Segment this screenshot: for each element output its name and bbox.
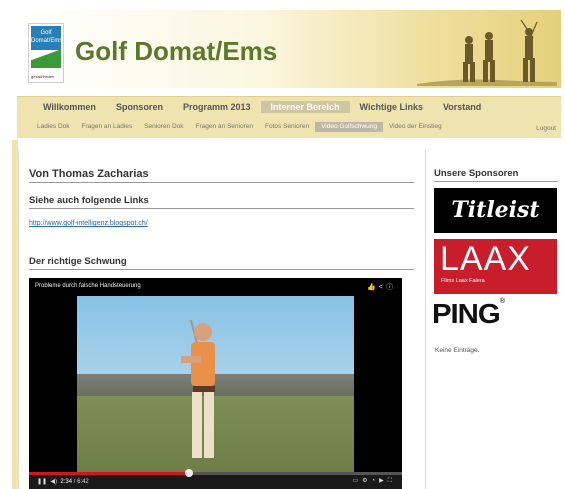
nav-item-vorstand[interactable]: Vorstand (433, 101, 491, 113)
nav-item-programm[interactable]: Programm 2013 (173, 101, 261, 113)
youtube-icon[interactable]: ▶ (379, 478, 388, 484)
current-time: 2:34 (60, 479, 73, 485)
laax-wordmark: LAAX (440, 240, 531, 278)
sponsor-sidebar: Unsere Sponsoren Titleist LAAX Flims Laa… (425, 150, 561, 489)
thumbs-up-icon[interactable]: 👍 (367, 284, 379, 291)
video-controls: ❚❚ ◀) 2:34 / 6:42 ▭⚙◔▶⛶ (29, 469, 402, 489)
video-scrubber[interactable] (185, 469, 194, 477)
logo-subtext: gesall/Heden (31, 74, 55, 79)
video-progress-bar[interactable] (29, 469, 402, 477)
club-logo[interactable]: Golf Domat/Ems gesall/Heden (28, 23, 64, 83)
page: { "header": { "logo_top": "Golf Domat/Em… (0, 0, 565, 489)
subnav-senioren-dok[interactable]: Senioren Dok (138, 122, 189, 132)
video-time: ❚❚ ◀) 2:34 / 6:42 (37, 478, 89, 485)
site-title: Golf Domat/Ems (75, 36, 278, 66)
video-frame-image (77, 296, 354, 472)
sponsor-laax-logo[interactable]: LAAX Flims Laax Falera (434, 239, 557, 294)
subnav-video-einstieg[interactable]: Video der Einstieg (383, 122, 448, 132)
registered-mark-icon: ® (499, 298, 505, 305)
nav-item-interner-bereich[interactable]: Interner Bereich (260, 101, 350, 113)
video-progress-fill (29, 472, 190, 475)
nav-item-wichtige-links[interactable]: Wichtige Links (350, 101, 433, 113)
nav-item-willkommen[interactable]: Willkommen (33, 101, 106, 113)
golfer-image (181, 319, 215, 458)
swing-heading: Der richtige Schwung (29, 256, 414, 270)
video-top-icons: 👍<ⓘ (367, 282, 396, 292)
subnav-fragen-ladies[interactable]: Fragen an Ladies (76, 122, 139, 132)
settings-icon[interactable]: ⚙ (362, 478, 371, 484)
logout-link[interactable]: Logout (536, 125, 556, 132)
ping-wordmark: PING (432, 298, 501, 329)
sidebar-title: Unsere Sponsoren (434, 168, 558, 182)
links-heading: Siehe auch folgende Links (29, 195, 414, 209)
blog-link[interactable]: http://www.golf-intelligenz.blogspot.ch/ (29, 220, 148, 227)
video-title[interactable]: Probleme durch falsche Handsteuerung (35, 283, 141, 289)
subnav-ladies-dok[interactable]: Ladies Dok (31, 122, 76, 132)
page-heading: Von Thomas Zacharias (29, 168, 414, 183)
captions-icon[interactable]: ▭ (352, 478, 362, 484)
sponsor-titleist-logo[interactable]: Titleist (434, 188, 557, 233)
logo-green-graphic (31, 50, 61, 68)
duration: / 6:42 (73, 479, 89, 485)
video-right-controls: ▭⚙◔▶⛶ (352, 477, 396, 485)
secondary-nav: Ladies Dok Fragen an Ladies Senioren Dok… (31, 122, 448, 132)
share-icon[interactable]: < (379, 284, 386, 291)
video-player[interactable]: Probleme durch falsche Handsteuerung 👍<ⓘ (29, 278, 402, 489)
laax-tagline: Flims Laax Falera (441, 278, 485, 284)
primary-nav: Willkommen Sponsoren Programm 2013 Inter… (33, 101, 491, 113)
main-content: Von Thomas Zacharias Siehe auch folgende… (18, 150, 423, 489)
volume-icon[interactable]: ◀) (50, 479, 57, 485)
site-header: Golf Domat/Ems gesall/Heden Golf Domat/E… (17, 10, 561, 88)
pause-icon[interactable]: ❚❚ (37, 479, 47, 485)
sponsor-ping-logo[interactable]: PING® (432, 298, 505, 330)
info-icon[interactable]: ⓘ (386, 284, 396, 291)
subnav-fragen-senioren[interactable]: Fragen an Senioren (190, 122, 259, 132)
subnav-fotos-senioren[interactable]: Fotos Senioren (259, 122, 315, 132)
fullscreen-icon[interactable]: ⛶ (388, 478, 396, 484)
nav-item-sponsoren[interactable]: Sponsoren (106, 101, 173, 113)
main-navigation: Willkommen Sponsoren Programm 2013 Inter… (17, 96, 561, 138)
subnav-video-golfschwung[interactable]: Video Golfschwung (315, 122, 383, 132)
logo-text: Golf Domat/Ems (31, 26, 62, 50)
golfers-silhouette-image (417, 19, 557, 86)
no-entries-text: Keine Einträge. (435, 347, 480, 354)
